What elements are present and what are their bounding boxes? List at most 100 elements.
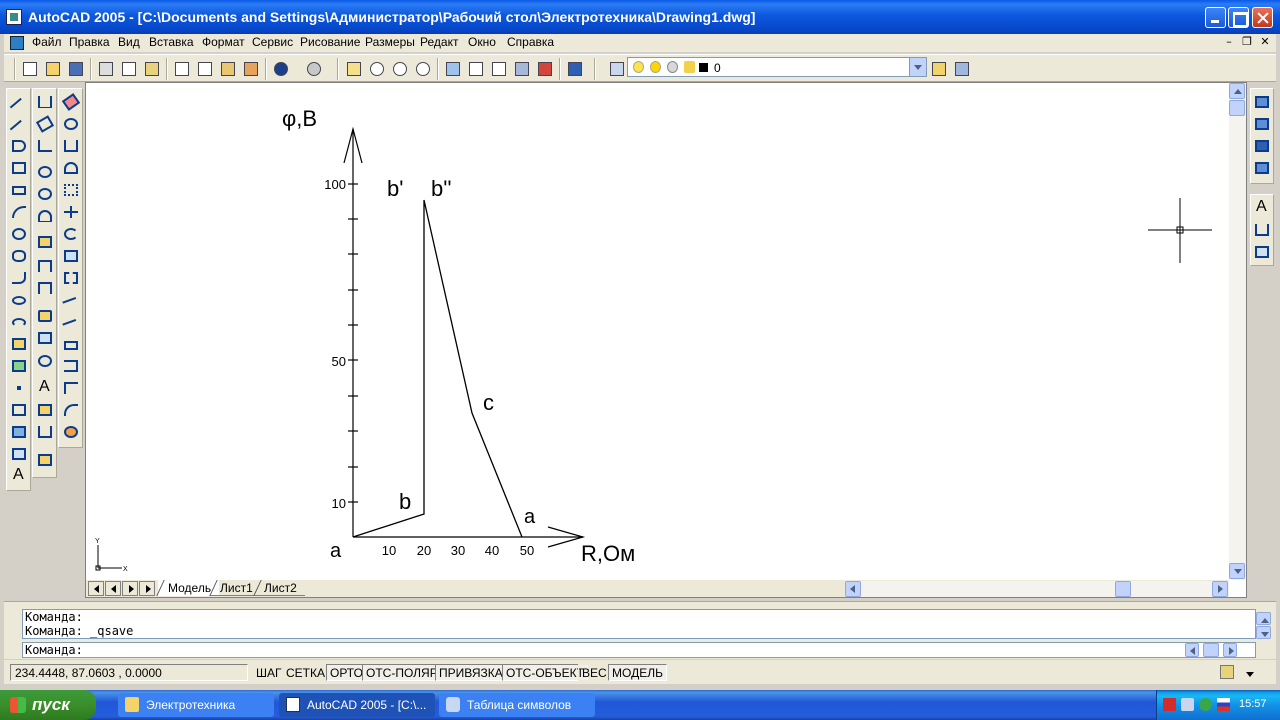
menu-view[interactable]: Вид [118,35,140,49]
doc-close-icon[interactable]: ✕ [1258,35,1272,48]
scroll-up-button[interactable] [1229,83,1245,99]
open-icon[interactable] [43,59,63,79]
ellipse-icon[interactable] [9,290,29,310]
potential-diagram-line[interactable] [352,199,523,538]
first-tab-button[interactable] [88,581,104,596]
undo-icon[interactable] [271,59,291,79]
bring-to-front-icon[interactable] [1252,92,1272,112]
command-input[interactable]: Команда: [22,642,1256,658]
rotate-icon[interactable] [61,224,81,244]
multiline-text-icon[interactable]: A [9,466,29,486]
zoom-window-icon[interactable] [390,59,410,79]
array-icon[interactable] [61,180,81,200]
polar-toggle[interactable]: ОТС-ПОЛЯР [362,664,442,681]
menu-file[interactable]: Файл [32,35,62,49]
text-style-icon[interactable]: A [1252,198,1272,218]
insert-block-icon[interactable] [9,334,29,354]
line-icon[interactable] [9,92,29,117]
previous-tab-button[interactable] [105,581,121,596]
dimension-text-edit-icon[interactable] [35,400,55,420]
quick-dimension-icon[interactable] [35,232,55,252]
ortho-toggle[interactable]: ОРТО [326,664,367,681]
tool-palettes-icon[interactable] [489,59,509,79]
next-tab-button[interactable] [122,581,138,596]
table-icon[interactable] [9,444,29,464]
rectangle-icon[interactable] [9,180,29,200]
dimension-style-icon[interactable] [35,450,55,470]
make-object-layer-current-icon[interactable] [929,59,949,79]
menu-draw[interactable]: Рисование [300,35,360,49]
doc-restore-icon[interactable]: ❐ [1240,35,1254,48]
scroll-down-button[interactable] [1229,563,1245,579]
help-icon[interactable] [565,59,585,79]
layer-previous-icon[interactable] [952,59,972,79]
gradient-icon[interactable] [9,422,29,442]
language-flag-icon[interactable] [1217,698,1230,711]
zoom-realtime-icon[interactable] [367,59,387,79]
ellipse-arc-icon[interactable] [9,312,29,332]
menu-insert[interactable]: Вставка [149,35,194,49]
drawing-svg[interactable]: φ,B R,Ом 100 50 10 10 20 30 40 50 a b' b… [86,83,1230,580]
redo-icon[interactable] [304,59,324,79]
volume-icon[interactable] [1181,698,1194,711]
copy-icon[interactable] [195,59,215,79]
scale-icon[interactable] [61,246,81,266]
vertical-scroll-thumb[interactable] [1229,100,1245,116]
cut-icon[interactable] [172,59,192,79]
revision-cloud-icon[interactable] [9,246,29,266]
match-properties-icon[interactable] [241,59,261,79]
print-icon[interactable] [96,59,116,79]
doc-minimize-icon[interactable]: – [1222,35,1236,48]
hatch-icon[interactable] [9,400,29,420]
break-icon[interactable] [61,356,81,376]
publish-icon[interactable] [142,59,162,79]
dimension-update-icon[interactable] [35,422,55,442]
circle-icon[interactable] [9,224,29,244]
continue-dimension-icon[interactable] [35,278,55,298]
break-at-point-icon[interactable] [61,334,81,354]
task-autocad[interactable]: AutoCAD 2005 - [C:\... [279,693,435,717]
construction-line-icon[interactable] [9,114,29,139]
table-style-icon[interactable] [1252,242,1272,262]
bring-above-icon[interactable] [1252,136,1272,156]
arc-icon[interactable] [9,202,29,222]
explode-icon[interactable] [61,422,81,442]
command-scroll-left-button[interactable] [1185,643,1199,657]
scroll-right-button[interactable] [1212,581,1228,597]
scroll-left-button[interactable] [845,581,861,597]
new-icon[interactable] [20,59,40,79]
drawing-area[interactable]: φ,B R,Ом 100 50 10 10 20 30 40 50 a b' b… [86,83,1230,580]
erase-icon[interactable] [61,92,81,112]
print-preview-icon[interactable] [119,59,139,79]
menu-edit[interactable]: Правка [69,35,110,49]
point-icon[interactable] [9,378,29,398]
command-scroll-down-button[interactable] [1256,626,1271,639]
autocad-app-icon[interactable] [6,9,22,25]
trim-icon[interactable] [61,290,81,314]
toolbar-grip[interactable] [14,58,16,80]
coordinates-display[interactable]: 234.4448, 87.0603 , 0.0000 [10,664,248,681]
tolerance-icon[interactable] [35,328,55,348]
horizontal-scrollbar[interactable] [845,581,1229,597]
command-scroll-up-button[interactable] [1256,612,1271,625]
close-button[interactable] [1252,7,1273,28]
network-icon[interactable] [1199,698,1212,711]
menu-help[interactable]: Справка [507,35,554,49]
send-under-icon[interactable] [1252,158,1272,178]
paste-icon[interactable] [218,59,238,79]
sheet-set-icon[interactable] [512,59,532,79]
quick-leader-icon[interactable] [35,306,55,326]
tab-layout2[interactable]: Лист2 [254,580,305,596]
status-menu-chevron-icon[interactable] [1246,672,1254,681]
markup-icon[interactable] [535,59,555,79]
menu-modify[interactable]: Редакт [420,35,458,49]
horizontal-scroll-thumb[interactable] [1115,581,1131,597]
dimension-edit-icon[interactable]: A [35,378,55,398]
last-tab-button[interactable] [139,581,155,596]
zoom-previous-icon[interactable] [413,59,433,79]
ordinate-dimension-icon[interactable] [35,136,55,156]
radius-dimension-icon[interactable] [35,162,55,182]
save-icon[interactable] [66,59,86,79]
make-block-icon[interactable] [9,356,29,376]
otrack-toggle[interactable]: ОТС-ОБЪЕКТ [502,664,588,681]
